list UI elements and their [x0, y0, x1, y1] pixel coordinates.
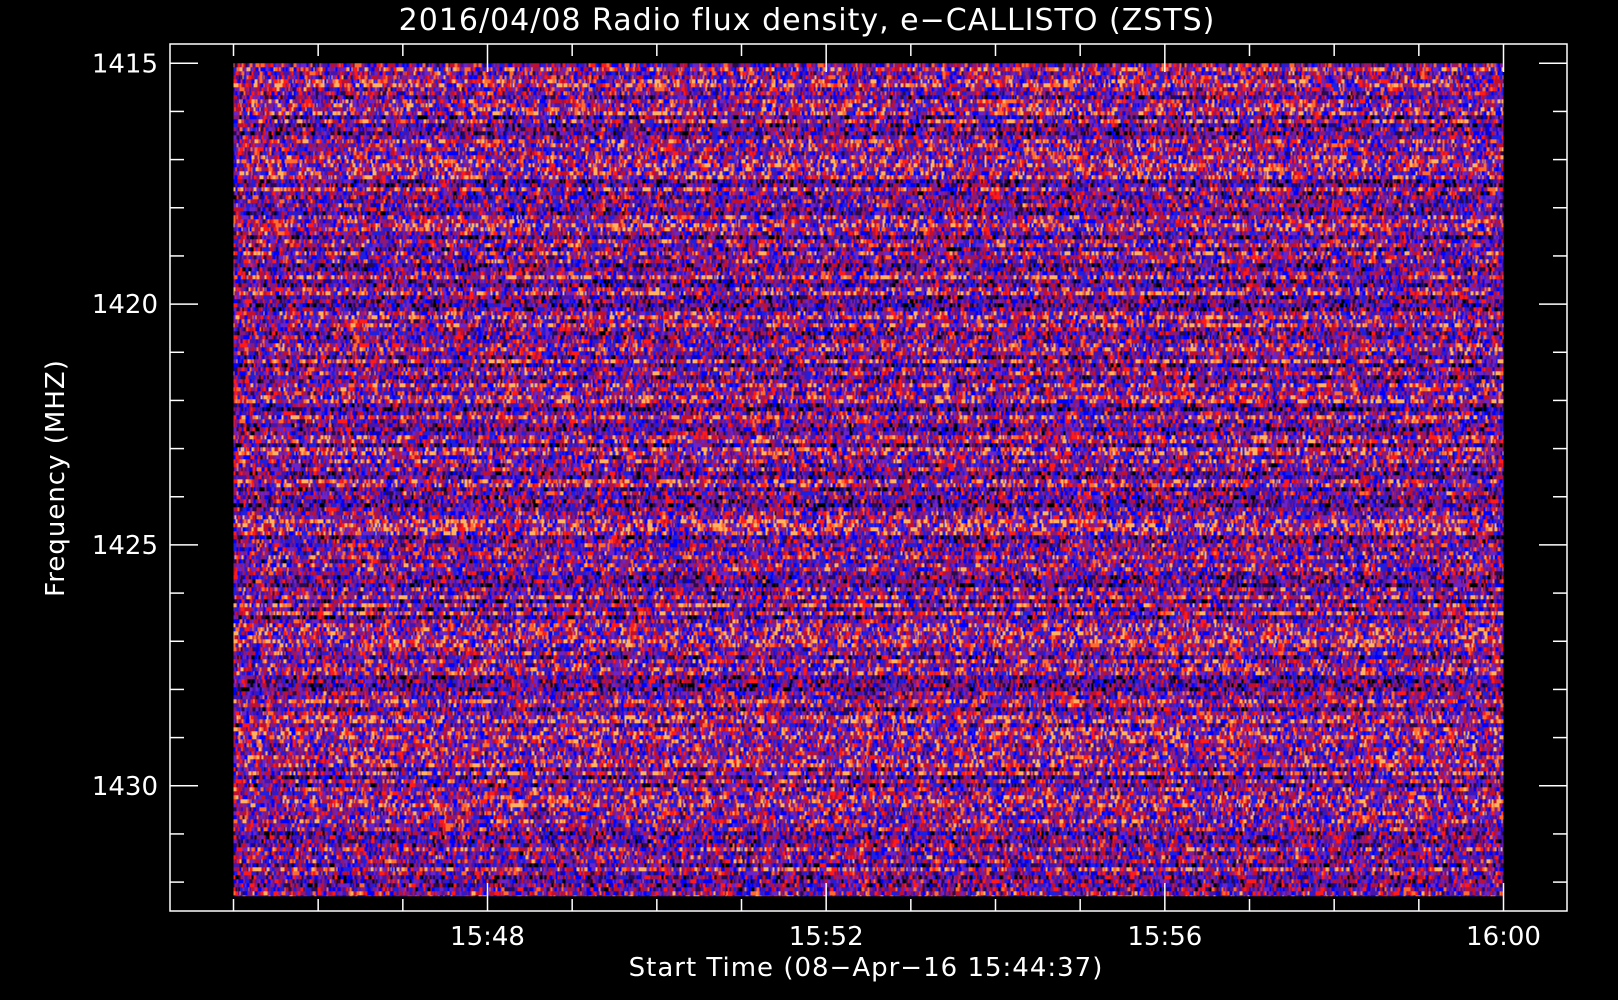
heatmap-cells: [233, 63, 1504, 897]
x-tick-label: 15:56: [1127, 922, 1202, 952]
y-tick-label: 1420: [92, 290, 158, 320]
y-tick-label: 1430: [92, 772, 158, 802]
x-tick-label: 15:48: [450, 922, 525, 952]
spectrogram-chart: 15:48 15:52 15:56 16:00 1415 1420 1425 1430 201…: [0, 0, 1618, 1000]
y-tick-label: 1415: [92, 49, 158, 79]
y-axis-label: Frequency (MHZ): [41, 359, 71, 597]
y-tick-label: 1425: [92, 531, 158, 561]
spectrogram-raster: [233, 63, 1504, 897]
x-tick-label: 15:52: [789, 922, 864, 952]
x-tick-label: 16:00: [1466, 922, 1541, 952]
chart-title: 2016/04/08 Radio flux density, e−CALLIST…: [399, 3, 1216, 38]
x-axis-label: Start Time (08−Apr−16 15:44:37): [629, 953, 1104, 983]
